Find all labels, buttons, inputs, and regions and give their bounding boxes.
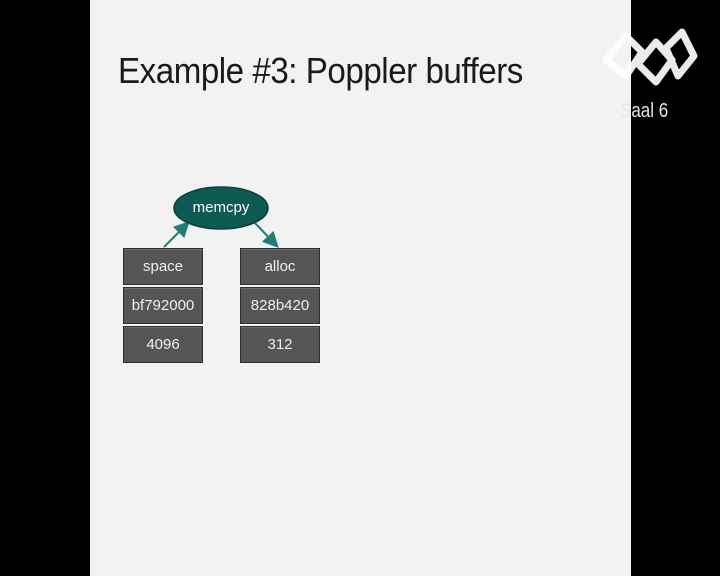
room-label: Saal 6 bbox=[620, 100, 669, 122]
presentation-slide: Example #3: Poppler buffers memcpy space… bbox=[90, 0, 631, 576]
dest-buffer-size: 4096 bbox=[123, 326, 203, 363]
arrow-to-memcpy bbox=[163, 221, 190, 248]
dest-buffer-name: space bbox=[123, 248, 203, 285]
memcpy-label: memcpy bbox=[192, 199, 250, 216]
src-buffer-address: 828b420 bbox=[240, 287, 320, 324]
src-buffer-size: 312 bbox=[240, 326, 320, 363]
buffer-diagram: memcpy space bf792000 4096 alloc 828b420… bbox=[90, 0, 631, 576]
arrow-to-alloc bbox=[253, 221, 279, 248]
dest-buffer-address: bf792000 bbox=[123, 287, 203, 324]
video-frame: Example #3: Poppler buffers memcpy space… bbox=[0, 0, 720, 576]
src-buffer-name: alloc bbox=[240, 248, 320, 285]
